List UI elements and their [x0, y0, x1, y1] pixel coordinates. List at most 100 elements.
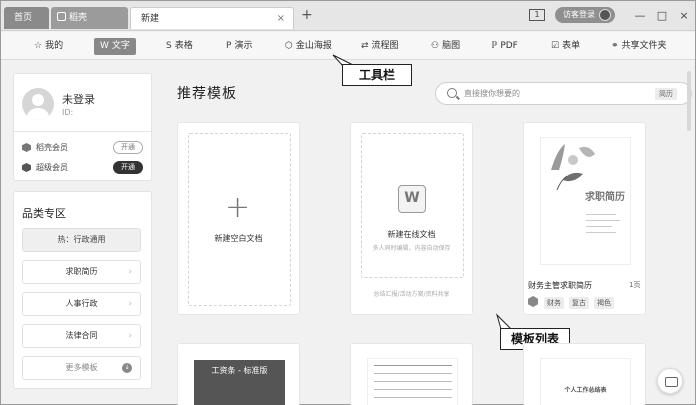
table-line — [374, 365, 452, 366]
tab-new-label: 新建 — [141, 14, 160, 24]
toolbar-item-poster[interactable]: ⬡ 金山海报 — [285, 38, 332, 55]
toolbar-item-presentation[interactable]: P 演示 — [226, 38, 252, 55]
category-label: 法律合同 — [65, 331, 98, 340]
toolbar-item-mindmap[interactable]: ⚇ 脑图 — [431, 38, 460, 55]
category-item-more[interactable]: 更多模板 ↓ — [22, 356, 141, 380]
thumbnail-line — [586, 220, 620, 221]
minimize-button[interactable]: — — [629, 9, 651, 22]
docer-member-icon — [22, 143, 31, 152]
toolbar-item-form[interactable]: ☑ 表单 — [551, 38, 580, 55]
template-card-table[interactable] — [350, 343, 473, 405]
toolbar-item-pdf[interactable]: ℙ PDF — [491, 38, 518, 55]
user-id: ID: — [62, 108, 74, 117]
online-doc-w-icon: W — [398, 185, 426, 213]
template-card-payslip[interactable]: 工资条 - 标准版 — [177, 343, 300, 405]
guest-login-button[interactable]: 访客登录 — [555, 7, 615, 23]
search-placeholder: 直接搜你想要的 — [464, 89, 520, 98]
star-icon: ☆ — [34, 41, 43, 51]
template-name[interactable]: 财务主管求职简历 — [528, 280, 592, 291]
avatar[interactable] — [22, 88, 54, 120]
toolbar-label: 共享文件夹 — [621, 41, 667, 51]
chevron-right-icon: › — [128, 299, 132, 309]
new-online-document-card[interactable]: W 新建在线文档 多人同时编辑，内容自动保存 总结汇报/活动方案/资料共享 — [350, 122, 473, 315]
s-icon: S — [166, 41, 172, 51]
toolbar-label: PDF — [500, 41, 518, 51]
close-tab-icon[interactable]: × — [277, 8, 285, 30]
membership-label: 稻壳会员 — [36, 143, 68, 152]
summary-thumbnail: 个人工作总结表 — [540, 358, 631, 405]
toolbar-label: 文字 — [111, 41, 130, 51]
maximize-button[interactable]: □ — [651, 9, 673, 22]
thumbnail-line — [586, 232, 616, 233]
tab-home[interactable]: 首页 — [4, 7, 49, 29]
online-doc-subtitle: 多人同时编辑，内容自动保存 — [372, 245, 451, 252]
avatar-small — [599, 9, 611, 21]
new-tab-button[interactable]: + — [301, 7, 313, 23]
thumbnail-line — [586, 214, 616, 215]
table-line — [374, 381, 452, 382]
membership-docer: 稻壳会员 — [22, 142, 68, 153]
toolbar-label: 表单 — [562, 41, 581, 51]
title-bar-controls: 1 访客登录 — □ × — [529, 5, 695, 25]
search-input[interactable]: 直接搜你想要的 简历 — [435, 82, 692, 105]
w-icon: W — [100, 41, 109, 51]
tab-new[interactable]: 新建 × — [130, 7, 294, 29]
template-tag[interactable]: 复古 — [569, 297, 589, 309]
shared-folder-icon: ⚭ — [611, 41, 619, 51]
toolbar-item-shared-folder[interactable]: ⚭ 共享文件夹 — [611, 38, 667, 55]
membership-super: 超级会员 — [22, 162, 68, 173]
tab-docer-label: 稻壳 — [69, 13, 88, 23]
category-label: 人事行政 — [65, 299, 98, 308]
template-pages: 1页 — [629, 281, 641, 289]
search-suggestion-tag[interactable]: 简历 — [655, 88, 677, 100]
category-label: 求职简历 — [65, 267, 98, 276]
toolbar-label: 金山海报 — [295, 41, 332, 51]
tab-docer[interactable]: 稻壳 — [51, 7, 128, 29]
new-online-document-label: 新建在线文档 — [387, 230, 436, 239]
category-panel: 品类专区 热：行政通用 求职简历 › 人事行政 › 法律合同 › 更多模板 ↓ — [13, 191, 152, 389]
close-window-button[interactable]: × — [673, 9, 695, 22]
template-tag[interactable]: 财务 — [544, 297, 564, 309]
page-title: 推荐模板 — [177, 86, 237, 102]
download-icon: ↓ — [122, 363, 132, 373]
table-line — [374, 397, 452, 398]
p-icon: P — [226, 41, 232, 51]
divider — [14, 131, 151, 132]
template-card-summary[interactable]: 个人工作总结表 — [523, 343, 646, 405]
new-blank-document-card[interactable]: + 新建空白文档 — [177, 122, 300, 315]
workspace-count-icon[interactable]: 1 — [529, 9, 545, 21]
title-bar: 首页 稻壳 新建 × + 1 访客登录 — □ × — [1, 1, 695, 31]
summary-heading: 个人工作总结表 — [564, 387, 607, 394]
category-item-admin[interactable]: 热：行政通用 — [22, 228, 141, 252]
category-item-hr[interactable]: 人事行政 › — [22, 292, 141, 316]
scrollbar[interactable] — [687, 71, 691, 131]
new-blank-document-label: 新建空白文档 — [214, 234, 263, 243]
activate-docer-button[interactable]: 开通 — [113, 141, 143, 154]
payslip-heading: 工资条 - 标准版 — [211, 366, 268, 375]
pdf-icon: ℙ — [491, 41, 498, 51]
toolbar-item-spreadsheet[interactable]: S 表格 — [166, 38, 193, 55]
app-window: 首页 稻壳 新建 × + 1 访客登录 — □ × ☆ 我的 W 文字 S 表格 P演… — [0, 0, 696, 405]
toolbar-item-writer[interactable]: W 文字 — [94, 38, 136, 55]
toolbar-label: 脑图 — [442, 41, 461, 51]
user-card: 未登录 ID: 稻壳会员 开通 超级会员 开通 — [13, 73, 152, 181]
feedback-chat-icon[interactable] — [657, 368, 683, 394]
activate-super-button[interactable]: 开通 — [113, 161, 143, 174]
search-icon — [447, 88, 457, 98]
user-name[interactable]: 未登录 — [62, 91, 95, 107]
table-line — [374, 373, 452, 374]
toolbar-item-mine[interactable]: ☆ 我的 — [34, 38, 63, 55]
chevron-right-icon: › — [128, 267, 132, 277]
toolbar-label: 流程图 — [371, 41, 399, 51]
poster-icon: ⬡ — [285, 41, 293, 51]
toolbar-label: 表格 — [174, 41, 193, 51]
category-title: 品类专区 — [22, 207, 66, 220]
chevron-right-icon: › — [128, 331, 132, 341]
category-item-resume[interactable]: 求职简历 › — [22, 260, 141, 284]
membership-label: 超级会员 — [36, 163, 68, 172]
template-thumbnail: 求职简历 — [540, 137, 631, 265]
template-tag[interactable]: 褐色 — [594, 297, 614, 309]
category-item-legal[interactable]: 法律合同 › — [22, 324, 141, 348]
toolbar-label: 演示 — [234, 41, 253, 51]
payslip-thumbnail: 工资条 - 标准版 — [194, 360, 285, 405]
